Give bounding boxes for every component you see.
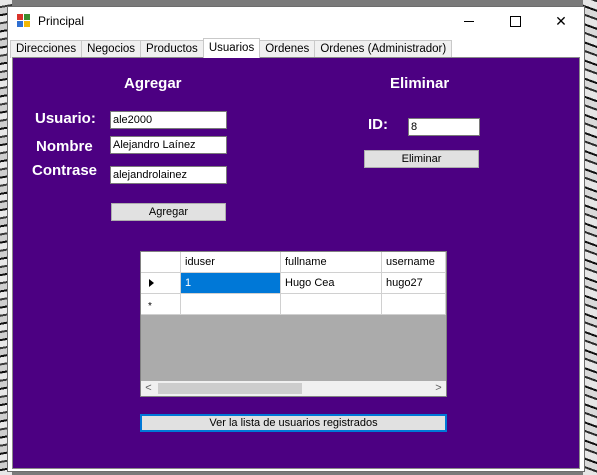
tab-ordenes[interactable]: Ordenes: [259, 40, 316, 58]
maximize-icon: [509, 16, 521, 27]
id-field[interactable]: 8: [408, 118, 480, 136]
id-label: ID:: [368, 116, 388, 133]
app-icon: [17, 14, 31, 28]
usuarios-grid[interactable]: iduser fullname username 1 Hugo Cea hugo…: [140, 251, 447, 397]
usuario-label: Usuario:: [35, 110, 96, 127]
maximize-button[interactable]: [492, 7, 538, 36]
title-bar[interactable]: Principal ✕: [8, 7, 584, 36]
minimize-button[interactable]: [446, 7, 492, 36]
new-row-header[interactable]: *: [141, 294, 181, 315]
scroll-left-icon[interactable]: <: [141, 381, 156, 396]
contrase-field[interactable]: alejandrolainez: [110, 166, 227, 184]
tab-ordenes-administrador[interactable]: Ordenes (Administrador): [314, 40, 453, 58]
background-art-right: [583, 0, 597, 475]
scroll-right-icon[interactable]: >: [431, 381, 446, 396]
nombre-field[interactable]: Alejandro Laínez: [110, 136, 227, 154]
tab-strip: Direcciones Negocios Productos Usuarios …: [10, 38, 453, 58]
tab-usuarios[interactable]: Usuarios: [202, 38, 261, 58]
grid-cell-iduser[interactable]: 1: [181, 273, 281, 294]
eliminar-heading: Eliminar: [390, 75, 450, 92]
new-row-cell-fullname[interactable]: [281, 294, 382, 315]
usuario-field[interactable]: ale2000: [110, 111, 227, 129]
horizontal-scrollbar[interactable]: < >: [141, 381, 446, 396]
grid-cell-username[interactable]: hugo27: [382, 273, 446, 294]
new-row-star-icon: *: [148, 301, 152, 312]
minimize-icon: [464, 21, 474, 22]
nombre-label: Nombre: [36, 138, 93, 155]
contrase-label: Contrase: [32, 162, 98, 179]
ver-lista-usuarios-button[interactable]: Ver la lista de usuarios registrados: [140, 414, 447, 432]
close-button[interactable]: ✕: [538, 7, 584, 36]
usuarios-panel: Agregar Eliminar Usuario: ale2000 Nombre…: [12, 57, 580, 469]
close-icon: ✕: [555, 13, 567, 29]
tab-negocios[interactable]: Negocios: [81, 40, 142, 58]
agregar-button[interactable]: Agregar: [111, 203, 226, 221]
new-row[interactable]: *: [141, 294, 446, 315]
table-row[interactable]: 1 Hugo Cea hugo27: [141, 273, 446, 294]
new-row-cell-username[interactable]: [382, 294, 446, 315]
grid-corner-header[interactable]: [141, 252, 181, 273]
main-window: Principal ✕ Direcciones Negocios Product…: [7, 6, 585, 472]
current-row-arrow-icon: [149, 279, 154, 287]
column-header-fullname[interactable]: fullname: [281, 252, 382, 273]
grid-cell-fullname[interactable]: Hugo Cea: [281, 273, 382, 294]
new-row-cell-iduser[interactable]: [181, 294, 281, 315]
tab-productos[interactable]: Productos: [140, 40, 204, 58]
column-header-username[interactable]: username: [382, 252, 446, 273]
row-header[interactable]: [141, 273, 181, 294]
column-header-iduser[interactable]: iduser: [181, 252, 281, 273]
grid-header-row: iduser fullname username: [141, 252, 446, 273]
tab-direcciones[interactable]: Direcciones: [10, 40, 83, 58]
window-title: Principal: [38, 14, 85, 28]
agregar-heading: Agregar: [124, 75, 182, 92]
scrollbar-thumb[interactable]: [158, 383, 302, 394]
eliminar-button[interactable]: Eliminar: [364, 150, 479, 168]
